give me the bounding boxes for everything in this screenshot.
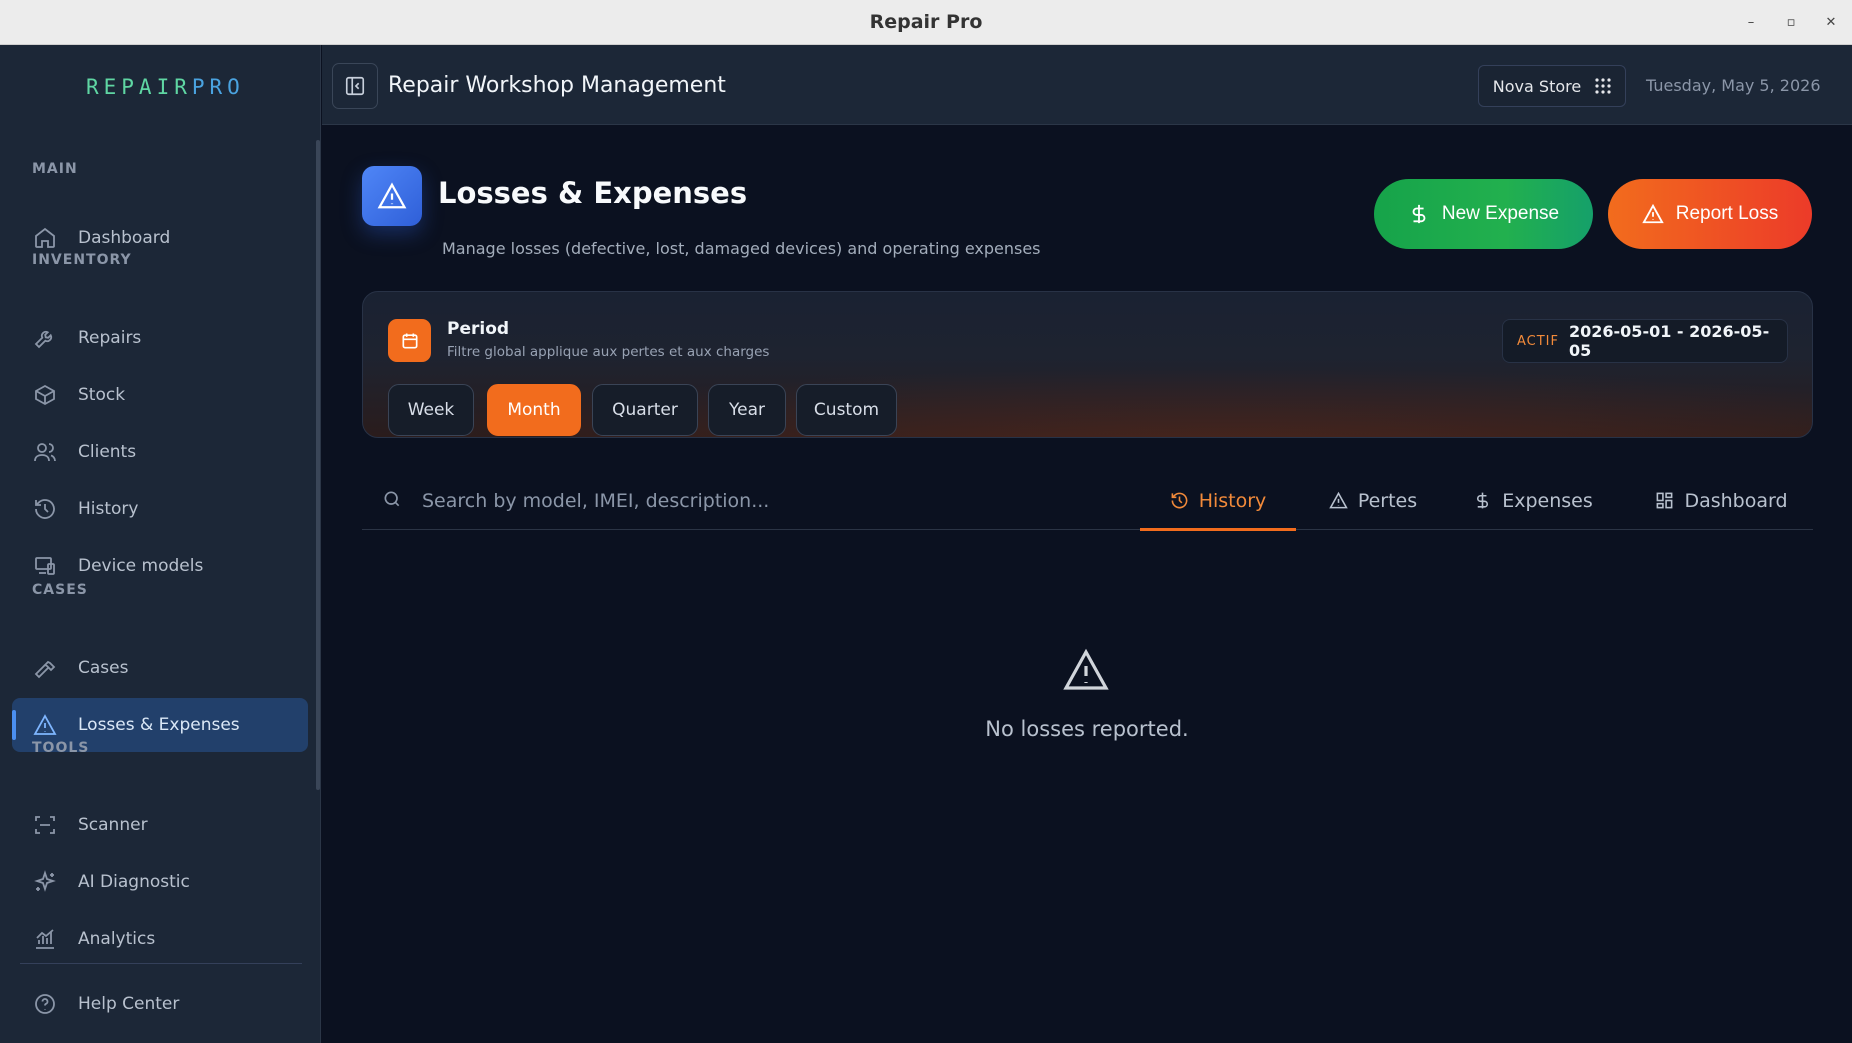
help-icon — [32, 991, 58, 1017]
section-cases: CASES — [32, 582, 88, 598]
period-year-button[interactable]: Year — [708, 384, 786, 436]
dollar-icon — [1412, 204, 1426, 224]
close-icon[interactable]: ✕ — [1824, 15, 1838, 30]
box-icon — [32, 382, 58, 408]
main-content: Losses & Expenses Manage losses (defecti… — [322, 126, 1852, 1043]
section-tools: TOOLS — [32, 740, 90, 756]
sidebar-item-scanner[interactable]: Scanner — [12, 798, 308, 852]
sidebar-collapse-icon — [345, 76, 365, 96]
sidebar-item-label: Scanner — [78, 815, 148, 835]
window-title: Repair Pro — [869, 11, 983, 33]
active-range-value: 2026-05-01 - 2026-05-05 — [1569, 322, 1770, 360]
dashboard-grid-icon — [1657, 492, 1673, 509]
dollar-icon — [1477, 492, 1489, 509]
period-custom-button[interactable]: Custom — [796, 384, 897, 436]
tab-expenses[interactable]: Expenses — [1448, 471, 1618, 530]
tab-history[interactable]: History — [1140, 471, 1296, 531]
search-icon — [382, 489, 402, 513]
tab-label: History — [1198, 489, 1267, 512]
store-selector-button[interactable]: Nova Store — [1478, 65, 1626, 107]
sidebar-item-cases[interactable]: Cases — [12, 641, 308, 695]
tab-dashboard[interactable]: Dashboard — [1630, 471, 1813, 530]
period-week-button[interactable]: Week — [388, 384, 474, 436]
period-quarter-button[interactable]: Quarter — [592, 384, 698, 436]
maximize-icon[interactable]: ▫ — [1784, 15, 1798, 30]
sidebar-item-label: Stock — [78, 385, 126, 405]
chart-icon — [32, 926, 58, 952]
sidebar-divider — [20, 963, 302, 964]
warning-icon — [1329, 491, 1348, 509]
new-expense-label: New Expense — [1441, 203, 1560, 224]
history-icon — [1171, 492, 1188, 509]
period-title: Period — [447, 319, 510, 339]
sidebar-item-repairs[interactable]: Repairs — [12, 311, 308, 365]
new-expense-button[interactable]: New Expense — [1374, 179, 1593, 249]
page-subtitle: Manage losses (defective, lost, damaged … — [442, 239, 1041, 258]
active-range-badge: ACTIF 2026-05-01 - 2026-05-05 — [1502, 319, 1788, 363]
hammer-icon — [32, 655, 58, 681]
header-date: Tuesday, May 5, 2026 — [1646, 76, 1821, 95]
page-warning-icon — [362, 166, 422, 226]
window-controls: – ▫ ✕ — [1744, 0, 1838, 45]
home-icon — [32, 225, 58, 251]
tab-label: Pertes — [1357, 489, 1418, 512]
section-main: MAIN — [32, 161, 78, 177]
sidebar: REPAIRPRO MAIN Dashboard INVENTORY Repai… — [0, 45, 321, 1043]
scanner-icon — [32, 812, 58, 838]
sidebar-item-label: Dashboard — [78, 228, 171, 248]
sparkles-icon — [32, 869, 58, 895]
sidebar-item-label: AI Diagnostic — [78, 872, 190, 892]
store-name: Nova Store — [1492, 76, 1582, 96]
sidebar-toggle-button[interactable] — [332, 63, 378, 109]
section-inventory: INVENTORY — [32, 252, 132, 268]
logo-text-pro: PRO — [191, 75, 245, 99]
sidebar-item-label: Clients — [78, 442, 137, 462]
header-title: Repair Workshop Management — [388, 73, 726, 98]
sidebar-item-label: Losses & Expenses — [78, 715, 240, 735]
active-label: ACTIF — [1517, 333, 1559, 349]
period-filter-card: Period Filtre global applique aux pertes… — [362, 291, 1813, 438]
search-and-tabs: History Pertes Expenses Dashboard — [362, 471, 1813, 531]
empty-state-warning-icon — [1062, 648, 1110, 698]
app-logo: REPAIRPRO — [86, 75, 245, 99]
warning-icon — [1642, 203, 1664, 224]
warning-icon — [32, 712, 58, 738]
users-icon — [32, 439, 58, 465]
history-icon — [32, 496, 58, 522]
sidebar-item-history[interactable]: History — [12, 482, 308, 536]
sidebar-item-help-center[interactable]: Help Center — [12, 977, 308, 1031]
sidebar-item-label: Repairs — [78, 328, 142, 348]
report-loss-label: Report Loss — [1675, 203, 1779, 224]
empty-state-message: No losses reported. — [985, 717, 1189, 741]
logo-text-repair: REPAIR — [86, 75, 192, 99]
sidebar-item-ai-diagnostic[interactable]: AI Diagnostic — [12, 855, 308, 909]
window-titlebar: Repair Pro – ▫ ✕ — [0, 0, 1852, 45]
minimize-icon[interactable]: – — [1744, 15, 1758, 30]
tab-label: Expenses — [1502, 489, 1593, 512]
period-subtitle: Filtre global applique aux pertes et aux… — [447, 344, 770, 360]
sidebar-item-clients[interactable]: Clients — [12, 425, 308, 479]
devices-icon — [32, 553, 58, 579]
sidebar-item-stock[interactable]: Stock — [12, 368, 308, 422]
tab-label: Dashboard — [1684, 489, 1788, 512]
report-loss-button[interactable]: Report Loss — [1608, 179, 1812, 249]
app-header: Repair Workshop Management Nova Store Tu… — [322, 45, 1852, 125]
sidebar-item-label: Cases — [78, 658, 129, 678]
calendar-icon — [388, 319, 431, 362]
period-month-button[interactable]: Month — [487, 384, 581, 436]
sidebar-item-analytics[interactable]: Analytics — [12, 912, 308, 966]
search-input[interactable] — [422, 481, 1042, 521]
sidebar-item-label: Device models — [78, 556, 204, 576]
page-title: Losses & Expenses — [438, 176, 748, 210]
sidebar-item-label: Analytics — [78, 929, 156, 949]
sidebar-item-label: Help Center — [78, 994, 180, 1014]
grid-icon — [1595, 78, 1611, 94]
wrench-icon — [32, 325, 58, 351]
sidebar-scrollbar[interactable] — [316, 140, 320, 790]
sidebar-item-label: History — [78, 499, 139, 519]
tab-losses[interactable]: Pertes — [1308, 471, 1438, 530]
